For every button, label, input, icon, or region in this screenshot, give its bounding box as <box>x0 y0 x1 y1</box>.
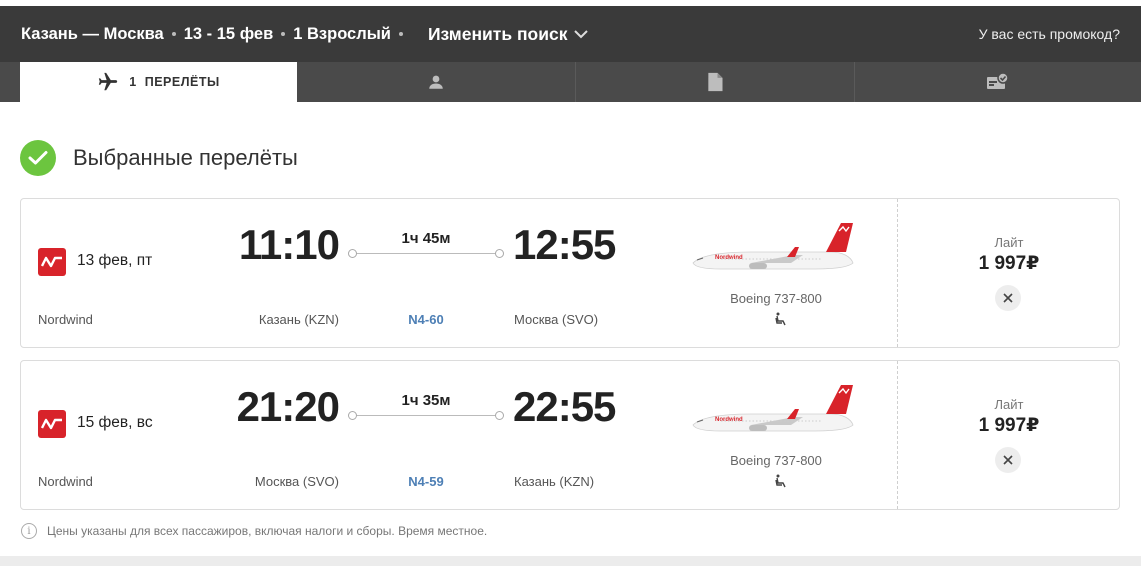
arrival-time: 12:55 <box>513 221 616 268</box>
nordwind-logo-icon <box>38 248 66 276</box>
arrival-city: Москва (SVO) <box>514 312 599 327</box>
flight-card: 13 фев, пт Nordwind 11:10 Казань (KZN) 1… <box>20 198 1120 348</box>
airplane-icon <box>99 72 118 91</box>
flight-duration: 1ч 35м <box>401 392 451 409</box>
page-title: Выбранные перелёты <box>73 145 298 170</box>
departure-city: Казань (KZN) <box>258 312 339 327</box>
route-summary: Казань — Москва <box>21 24 164 43</box>
remove-flight-button[interactable] <box>995 447 1021 473</box>
person-icon <box>429 75 443 89</box>
remove-flight-button[interactable] <box>995 285 1021 311</box>
fare-name: Лайт <box>994 235 1024 250</box>
seat-icon <box>775 474 786 488</box>
promo-code-link[interactable]: У вас есть промокод? <box>979 26 1120 42</box>
route-line <box>348 411 504 420</box>
flight-number-link[interactable]: N4-59 <box>356 474 496 489</box>
separator-dot <box>398 32 403 36</box>
flight-date: 13 фев, пт <box>77 252 153 269</box>
aircraft-image: Nordwind <box>692 223 854 270</box>
fare-price: 1 997₽ <box>978 415 1040 436</box>
airline-name: Nordwind <box>38 474 93 489</box>
airline-name: Nordwind <box>38 312 93 327</box>
change-search-button[interactable]: Изменить поиск <box>428 24 588 45</box>
separator-dot <box>171 32 176 36</box>
bottom-divider <box>0 556 1141 566</box>
change-search-label: Изменить поиск <box>427 23 568 44</box>
dates-summary: 13 - 15 фев <box>183 24 274 43</box>
svg-text:Nordwind: Nordwind <box>715 255 743 261</box>
tab-documents[interactable] <box>576 62 855 102</box>
tab-number: 1 <box>129 75 137 89</box>
arrival-city: Казань (KZN) <box>514 474 595 489</box>
close-icon <box>1003 293 1013 303</box>
departure-time: 11:10 <box>238 221 340 268</box>
seat-icon <box>775 312 786 326</box>
passengers-summary: 1 Взрослый <box>293 24 391 43</box>
arrival-time: 22:55 <box>513 383 616 430</box>
departure-city: Москва (SVO) <box>254 474 339 489</box>
document-icon <box>708 72 723 92</box>
departure-time: 21:20 <box>236 383 340 430</box>
nordwind-logo-icon <box>38 410 66 438</box>
svg-text:Nordwind: Nordwind <box>715 417 743 423</box>
fare-name: Лайт <box>994 397 1024 412</box>
ticket-check-icon <box>987 72 1009 89</box>
flight-number-link[interactable]: N4-60 <box>356 312 496 327</box>
tab-flights[interactable]: 1 ПЕРЕЛЁТЫ <box>20 62 297 102</box>
separator-dot <box>281 32 286 36</box>
flight-duration: 1ч 45м <box>401 230 451 247</box>
fare-price: 1 997₽ <box>978 253 1040 274</box>
info-icon: i <box>21 523 37 539</box>
price-note-text: Цены указаны для всех пассажиров, включа… <box>47 524 488 538</box>
check-icon <box>20 140 56 176</box>
price-note: i Цены указаны для всех пассажиров, вклю… <box>21 523 487 539</box>
search-summary-bar: Казань — Москва 13 - 15 фев 1 Взрослый И… <box>0 6 1141 62</box>
close-icon <box>1003 455 1013 465</box>
route-line <box>348 249 504 258</box>
tab-payment[interactable] <box>855 62 1141 102</box>
chevron-down-icon <box>573 30 588 39</box>
aircraft-model: Boeing 737-800 <box>730 291 822 306</box>
flight-date: 15 фев, вс <box>77 414 153 431</box>
aircraft-image: Nordwind <box>692 385 854 432</box>
aircraft-model: Boeing 737-800 <box>730 453 822 468</box>
booking-steps-tabs: 1 ПЕРЕЛЁТЫ <box>0 62 1141 102</box>
selected-flights-heading: Выбранные перелёты <box>20 140 298 176</box>
flight-card: 15 фев, вс Nordwind 21:20 Москва (SVO) 1… <box>20 360 1120 510</box>
tab-label: ПЕРЕЛЁТЫ <box>144 75 220 89</box>
tab-passengers[interactable] <box>297 62 576 102</box>
